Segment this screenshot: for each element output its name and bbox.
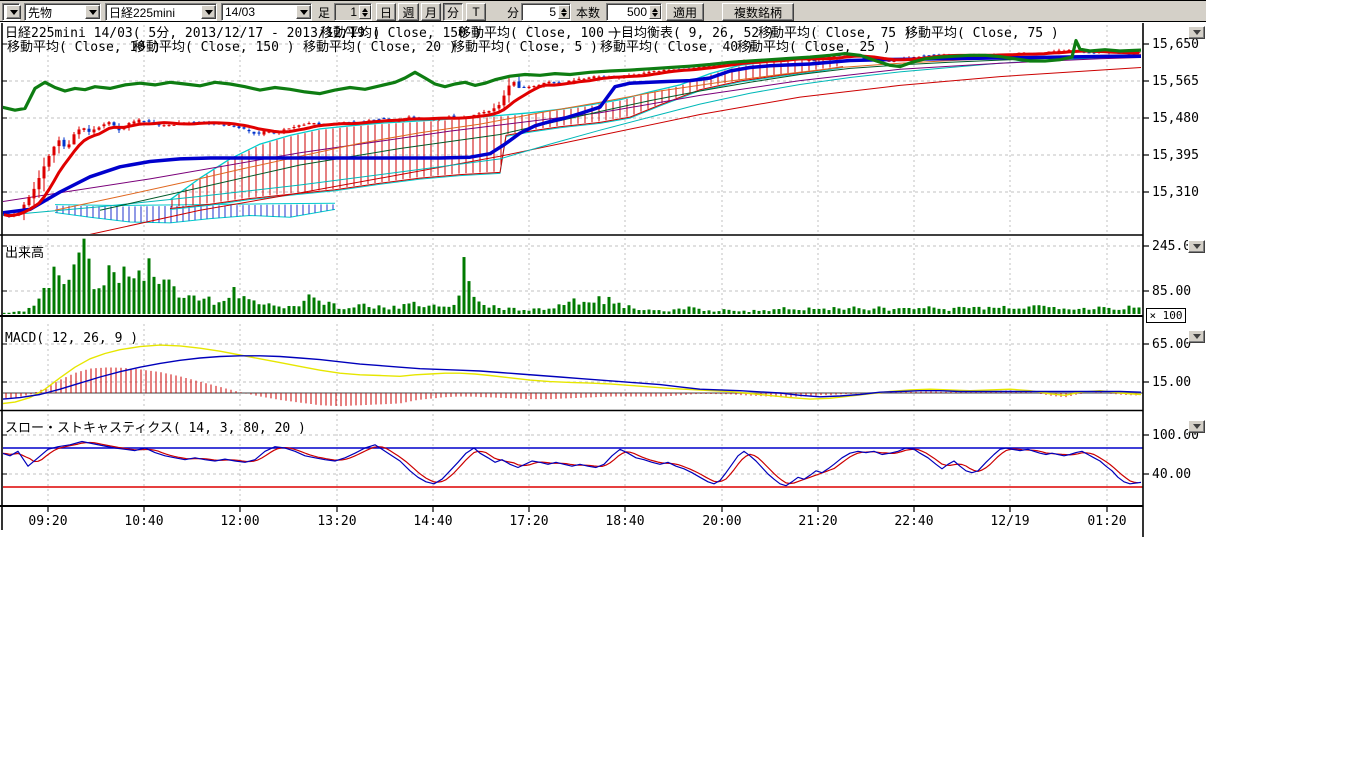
chevron-down-icon xyxy=(1193,244,1201,249)
legend-item: 一目均衡表( 9, 26, 52 ) xyxy=(608,26,775,41)
price-panel xyxy=(2,41,1141,243)
trading-app: 先物 日経225mini 14/03 足 日 週 月 分 T 分 本数 xyxy=(0,0,1366,768)
time-axis-label: 12:00 xyxy=(220,514,259,529)
chevron-down-icon xyxy=(1193,30,1201,35)
volume-multiplier-badge: × 100 xyxy=(1146,308,1186,323)
time-axis-label: 12/19 xyxy=(990,514,1029,529)
legend-item: 移動平均( Close, 100 ) xyxy=(458,26,620,41)
time-axis-label: 10:40 xyxy=(124,514,163,529)
legend-item: 移動平均( Close, 20 ) xyxy=(303,40,457,55)
time-axis-label: 14:40 xyxy=(413,514,452,529)
macd-axis-menu-button[interactable] xyxy=(1188,330,1205,343)
legend-item: 移動平均( Close, 150 ) xyxy=(133,40,295,55)
chart-canvas[interactable]: 日経225mini 14/03( 5分, 2013/12/17 - 2013/1… xyxy=(0,0,1366,768)
price-axis-label: 15,480 xyxy=(1152,111,1199,126)
legend-item: 移動平均( Close, 75 ) xyxy=(905,26,1059,41)
axes: 15,65015,56515,48015,39515,310245.0085.0… xyxy=(0,23,1199,537)
price-axis-label: 15,310 xyxy=(1152,185,1199,200)
volume-axis-label: 85.00 xyxy=(1152,284,1191,299)
time-axis-label: 21:20 xyxy=(798,514,837,529)
time-axis-label: 18:40 xyxy=(605,514,644,529)
volume-axis-menu-button[interactable] xyxy=(1188,240,1205,253)
time-axis-label: 01:20 xyxy=(1087,514,1126,529)
time-axis-label: 09:20 xyxy=(28,514,67,529)
time-axis-label: 13:20 xyxy=(317,514,356,529)
stoch-axis-menu-button[interactable] xyxy=(1188,420,1205,433)
stoch-axis-label: 40.00 xyxy=(1152,467,1191,482)
legend-item: 移動平均( Close, 5 ) xyxy=(452,40,598,55)
legend-item: 移動平均( Close, 40 ) xyxy=(600,40,754,55)
stoch-panel-title: スロー・ストキャスティクス( 14, 3, 80, 20 ) xyxy=(5,421,306,436)
legend-item: 移動平均( Close, 75 ) xyxy=(758,26,912,41)
legend-item: 移動平均( Close, 25 ) xyxy=(737,40,891,55)
chevron-down-icon xyxy=(1193,424,1201,429)
macd-panel xyxy=(2,345,1143,406)
price-axis-menu-button[interactable] xyxy=(1188,26,1205,39)
time-axis-label: 17:20 xyxy=(509,514,548,529)
time-axis-label: 20:00 xyxy=(702,514,741,529)
time-axis-label: 22:40 xyxy=(894,514,933,529)
macd-panel-title: MACD( 12, 26, 9 ) xyxy=(5,331,138,346)
macd-axis-label: 15.00 xyxy=(1152,375,1191,390)
price-axis-label: 15,565 xyxy=(1152,74,1199,89)
macd-axis-label: 65.00 xyxy=(1152,337,1191,352)
price-axis-label: 15,650 xyxy=(1152,37,1199,52)
price-axis-label: 15,395 xyxy=(1152,148,1199,163)
stoch-panel xyxy=(2,442,1143,488)
volume-panel-title: 出来高 xyxy=(5,245,44,261)
volume-panel xyxy=(3,239,1141,314)
chevron-down-icon xyxy=(1193,334,1201,339)
